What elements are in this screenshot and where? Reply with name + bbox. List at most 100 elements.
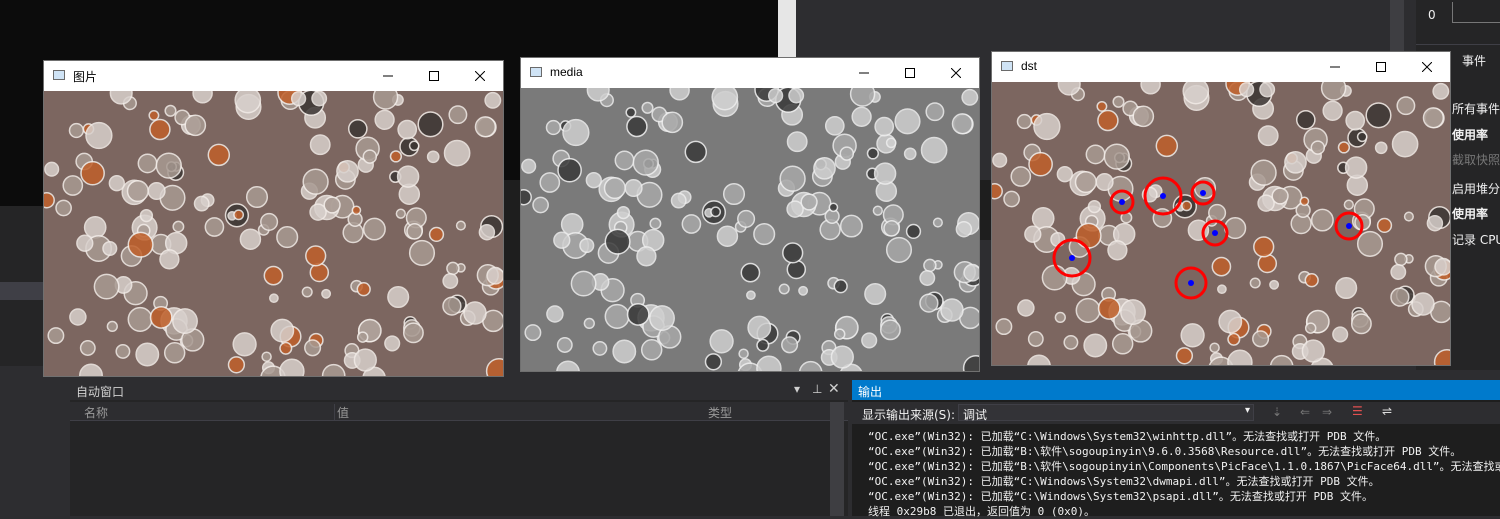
column-header-type[interactable]: 类型: [708, 404, 732, 421]
cell-blob: [149, 305, 173, 329]
minimize-button[interactable]: [365, 61, 411, 91]
detection-center: [1212, 230, 1218, 236]
cell-blob: [851, 106, 872, 127]
cell-blob: [604, 228, 631, 255]
cell-blob: [108, 175, 125, 192]
detection-center: [1160, 193, 1166, 199]
cell-blob: [1411, 292, 1435, 316]
close-button[interactable]: [933, 58, 979, 88]
cell-blob: [709, 329, 734, 354]
left-selected-item[interactable]: [0, 282, 44, 300]
next-message-icon[interactable]: ⇒: [1322, 405, 1332, 419]
output-line: “OC.exe”(Win32): 已加载“C:\Windows\System32…: [868, 430, 1387, 443]
cell-blob: [1097, 296, 1121, 320]
window-titlebar[interactable]: media: [521, 58, 979, 88]
diag-row[interactable]: 启用堆分: [1452, 180, 1500, 197]
cell-blob: [127, 306, 153, 332]
cell-blob: [1175, 347, 1194, 365]
find-icon[interactable]: ⇣: [1272, 405, 1282, 419]
tab-events[interactable]: 事件: [1462, 52, 1486, 69]
cell-blob: [1390, 287, 1410, 307]
chevron-down-icon: ▾: [1244, 405, 1250, 416]
cell-blob: [159, 249, 180, 270]
image-window-dst[interactable]: dst: [991, 51, 1451, 366]
cell-blob: [833, 279, 848, 294]
detection-center: [1119, 199, 1125, 205]
close-icon: [951, 68, 961, 78]
cell-blob: [556, 337, 573, 353]
close-button[interactable]: [457, 61, 503, 91]
diag-row[interactable]: 截取快照: [1452, 151, 1500, 168]
output-line: “OC.exe”(Win32): 已加载“B:\软件\sogoupinyin\9…: [868, 445, 1462, 458]
cell-blob: [76, 234, 94, 252]
cell-blob: [1332, 326, 1349, 343]
cell-blob: [426, 150, 440, 164]
diag-row[interactable]: 记录 CPU: [1452, 231, 1500, 248]
cell-blob: [1356, 230, 1384, 257]
cell-blob: [670, 192, 687, 209]
diag-row[interactable]: 所有事件: [1452, 100, 1500, 117]
cell-blob: [1027, 331, 1044, 347]
cell-blob: [279, 341, 293, 355]
image-window-original[interactable]: 图片: [43, 60, 504, 377]
maximize-button[interactable]: [887, 58, 933, 88]
pin-icon[interactable]: ⊥: [812, 382, 822, 396]
cell-blob: [711, 88, 739, 111]
detection-center: [1069, 255, 1075, 261]
chevron-down-icon[interactable]: ▾: [794, 382, 800, 396]
cell-blob: [905, 223, 922, 240]
cell-blob: [919, 270, 936, 286]
window-titlebar[interactable]: dst: [992, 52, 1450, 82]
column-header-value[interactable]: 值: [334, 404, 349, 421]
cell-blob: [919, 293, 939, 313]
minimize-button[interactable]: [841, 58, 887, 88]
cell-blob: [992, 182, 1003, 200]
cell-image-gray: [521, 88, 979, 371]
maximize-icon: [429, 71, 439, 81]
cell-blob: [1074, 171, 1097, 194]
cell-blob: [135, 342, 160, 367]
cell-blob: [362, 149, 378, 164]
image-window-media[interactable]: media: [520, 57, 980, 372]
clear-all-icon[interactable]: ☰: [1352, 404, 1363, 418]
cell-blob: [164, 104, 177, 117]
cell-blob: [1218, 309, 1243, 334]
cell-blob: [301, 286, 313, 298]
cell-blob: [1403, 211, 1414, 222]
cell-blob: [521, 188, 532, 206]
cell-blob: [1374, 141, 1388, 155]
cell-blob: [1103, 143, 1130, 170]
cell-blob: [1111, 333, 1134, 355]
column-header-name[interactable]: 名称: [84, 404, 108, 421]
output-source-select[interactable]: 调试 ▾: [958, 404, 1254, 422]
cell-blob: [866, 147, 880, 160]
cell-blob: [387, 285, 410, 309]
autos-scrollbar[interactable]: [830, 402, 844, 516]
word-wrap-icon[interactable]: ⇌: [1382, 404, 1392, 418]
cell-blob: [85, 121, 113, 150]
cell-blob: [681, 214, 702, 234]
cell-blob: [1017, 299, 1035, 317]
window-titlebar[interactable]: 图片: [44, 61, 503, 91]
cell-blob: [384, 335, 401, 352]
cell-blob: [592, 340, 608, 356]
window-app-icon: [1001, 61, 1013, 71]
cell-blob: [1107, 240, 1128, 261]
prev-message-icon[interactable]: ⇐: [1300, 405, 1310, 419]
maximize-button[interactable]: [411, 61, 457, 91]
source-value: 调试: [963, 408, 988, 422]
cell-blob: [47, 327, 65, 345]
code-fragment: [978, 180, 992, 240]
cell-blob: [302, 168, 329, 195]
cell-blob: [234, 91, 262, 114]
cell-blob: [625, 106, 637, 118]
maximize-button[interactable]: [1358, 52, 1404, 82]
cell-blob: [1252, 330, 1270, 348]
cell-blob: [395, 208, 406, 219]
close-button[interactable]: [1404, 52, 1450, 82]
cell-blob: [276, 226, 299, 249]
minimize-button[interactable]: [1312, 52, 1358, 82]
close-icon[interactable]: ✕: [828, 381, 840, 397]
cell-blob: [1056, 166, 1073, 183]
source-label: 显示输出来源(S):: [862, 408, 956, 422]
